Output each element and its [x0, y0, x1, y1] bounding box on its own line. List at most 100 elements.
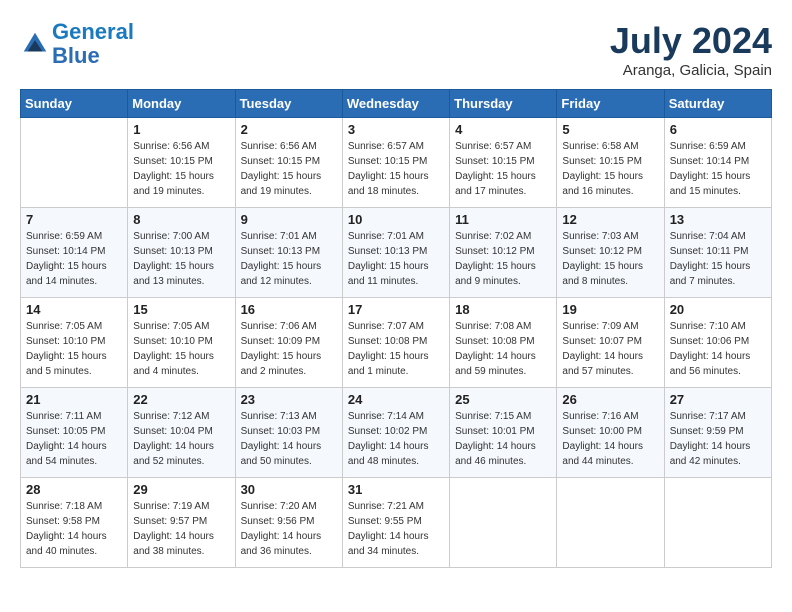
daylight-line2: and 57 minutes. — [562, 364, 658, 379]
day-number: 1 — [133, 122, 229, 137]
calendar-cell: 13Sunrise: 7:04 AMSunset: 10:11 PMDaylig… — [664, 208, 771, 298]
week-row-3: 14Sunrise: 7:05 AMSunset: 10:10 PMDaylig… — [21, 298, 772, 388]
sunrise-text: Sunrise: 7:09 AM — [562, 319, 658, 334]
daylight-line2: and 4 minutes. — [133, 364, 229, 379]
day-number: 24 — [348, 392, 444, 407]
sunset-text: Sunset: 10:08 PM — [455, 334, 551, 349]
sunrise-text: Sunrise: 7:01 AM — [241, 229, 337, 244]
calendar-cell — [664, 478, 771, 568]
sunset-text: Sunset: 10:15 PM — [133, 154, 229, 169]
sunrise-text: Sunrise: 7:20 AM — [241, 499, 337, 514]
sunrise-text: Sunrise: 7:18 AM — [26, 499, 122, 514]
day-number: 8 — [133, 212, 229, 227]
sunset-text: Sunset: 10:13 PM — [348, 244, 444, 259]
calendar-cell: 29Sunrise: 7:19 AMSunset: 9:57 PMDayligh… — [128, 478, 235, 568]
sunset-text: Sunset: 10:10 PM — [26, 334, 122, 349]
calendar-cell: 6Sunrise: 6:59 AMSunset: 10:14 PMDayligh… — [664, 118, 771, 208]
daylight-line1: Daylight: 14 hours — [348, 439, 444, 454]
sunset-text: Sunset: 9:59 PM — [670, 424, 766, 439]
daylight-line1: Daylight: 14 hours — [26, 529, 122, 544]
week-row-1: 1 Sunrise: 6:56 AMSunset: 10:15 PMDayligh… — [21, 118, 772, 208]
day-number: 6 — [670, 122, 766, 137]
calendar-cell: 5Sunrise: 6:58 AMSunset: 10:15 PMDayligh… — [557, 118, 664, 208]
day-number: 4 — [455, 122, 551, 137]
daylight-line2: and 48 minutes. — [348, 454, 444, 469]
sunset-text: Sunset: 9:58 PM — [26, 514, 122, 529]
sunset-text: Sunset: 10:09 PM — [241, 334, 337, 349]
day-number: 28 — [26, 482, 122, 497]
weekday-sunday: Sunday — [21, 90, 128, 118]
sunrise-text: Sunrise: 7:05 AM — [133, 319, 229, 334]
daylight-line1: Daylight: 15 hours — [455, 169, 551, 184]
daylight-line1: Daylight: 15 hours — [455, 259, 551, 274]
sunset-text: Sunset: 10:15 PM — [562, 154, 658, 169]
sunrise-text: Sunrise: 7:03 AM — [562, 229, 658, 244]
daylight-line1: Daylight: 15 hours — [348, 169, 444, 184]
day-info: Sunrise: 7:01 AMSunset: 10:13 PMDaylight… — [348, 229, 444, 289]
day-number: 7 — [26, 212, 122, 227]
sunrise-text: Sunrise: 6:57 AM — [455, 139, 551, 154]
daylight-line1: Daylight: 14 hours — [133, 439, 229, 454]
day-info: Sunrise: 7:19 AMSunset: 9:57 PMDaylight:… — [133, 499, 229, 559]
calendar-cell: 11Sunrise: 7:02 AMSunset: 10:12 PMDaylig… — [450, 208, 557, 298]
sunset-text: Sunset: 10:14 PM — [670, 154, 766, 169]
calendar-cell: 8Sunrise: 7:00 AMSunset: 10:13 PMDayligh… — [128, 208, 235, 298]
day-number: 13 — [670, 212, 766, 227]
calendar-table: SundayMondayTuesdayWednesdayThursdayFrid… — [20, 89, 772, 568]
daylight-line1: Daylight: 15 hours — [670, 259, 766, 274]
daylight-line2: and 56 minutes. — [670, 364, 766, 379]
calendar-cell: 15Sunrise: 7:05 AMSunset: 10:10 PMDaylig… — [128, 298, 235, 388]
calendar-cell: 7Sunrise: 6:59 AMSunset: 10:14 PMDayligh… — [21, 208, 128, 298]
day-number: 5 — [562, 122, 658, 137]
sunrise-text: Sunrise: 7:11 AM — [26, 409, 122, 424]
daylight-line2: and 2 minutes. — [241, 364, 337, 379]
calendar-cell: 17Sunrise: 7:07 AMSunset: 10:08 PMDaylig… — [342, 298, 449, 388]
sunrise-text: Sunrise: 7:16 AM — [562, 409, 658, 424]
day-info: Sunrise: 7:12 AMSunset: 10:04 PMDaylight… — [133, 409, 229, 469]
sunrise-text: Sunrise: 7:13 AM — [241, 409, 337, 424]
sunrise-text: Sunrise: 7:12 AM — [133, 409, 229, 424]
day-info: Sunrise: 7:05 AMSunset: 10:10 PMDaylight… — [26, 319, 122, 379]
daylight-line1: Daylight: 15 hours — [348, 349, 444, 364]
sunrise-text: Sunrise: 7:00 AM — [133, 229, 229, 244]
daylight-line2: and 42 minutes. — [670, 454, 766, 469]
sunset-text: Sunset: 10:06 PM — [670, 334, 766, 349]
sunset-text: Sunset: 10:01 PM — [455, 424, 551, 439]
sunset-text: Sunset: 10:13 PM — [241, 244, 337, 259]
sunset-text: Sunset: 9:56 PM — [241, 514, 337, 529]
daylight-line1: Daylight: 14 hours — [241, 439, 337, 454]
location: Aranga, Galicia, Spain — [610, 62, 772, 79]
day-number: 20 — [670, 302, 766, 317]
daylight-line1: Daylight: 15 hours — [241, 259, 337, 274]
sunrise-text: Sunrise: 7:15 AM — [455, 409, 551, 424]
daylight-line1: Daylight: 14 hours — [670, 349, 766, 364]
sunrise-text: Sunrise: 7:07 AM — [348, 319, 444, 334]
calendar-cell: 30Sunrise: 7:20 AMSunset: 9:56 PMDayligh… — [235, 478, 342, 568]
daylight-line1: Daylight: 14 hours — [455, 349, 551, 364]
daylight-line2: and 19 minutes. — [133, 184, 229, 199]
daylight-line2: and 44 minutes. — [562, 454, 658, 469]
week-row-2: 7Sunrise: 6:59 AMSunset: 10:14 PMDayligh… — [21, 208, 772, 298]
sunset-text: Sunset: 10:07 PM — [562, 334, 658, 349]
day-info: Sunrise: 7:17 AMSunset: 9:59 PMDaylight:… — [670, 409, 766, 469]
calendar-cell: 23Sunrise: 7:13 AMSunset: 10:03 PMDaylig… — [235, 388, 342, 478]
sunset-text: Sunset: 10:03 PM — [241, 424, 337, 439]
sunset-text: Sunset: 10:14 PM — [26, 244, 122, 259]
sunrise-text: Sunrise: 7:19 AM — [133, 499, 229, 514]
day-info: Sunrise: 7:08 AMSunset: 10:08 PMDaylight… — [455, 319, 551, 379]
daylight-line2: and 12 minutes. — [241, 274, 337, 289]
daylight-line2: and 8 minutes. — [562, 274, 658, 289]
day-info: Sunrise: 6:56 AMSunset: 10:15 PMDaylight… — [241, 139, 337, 199]
sunset-text: Sunset: 10:08 PM — [348, 334, 444, 349]
calendar-cell: 2Sunrise: 6:56 AMSunset: 10:15 PMDayligh… — [235, 118, 342, 208]
weekday-wednesday: Wednesday — [342, 90, 449, 118]
day-info: Sunrise: 7:05 AMSunset: 10:10 PMDaylight… — [133, 319, 229, 379]
calendar-cell — [21, 118, 128, 208]
daylight-line2: and 54 minutes. — [26, 454, 122, 469]
daylight-line2: and 50 minutes. — [241, 454, 337, 469]
calendar-cell: 10Sunrise: 7:01 AMSunset: 10:13 PMDaylig… — [342, 208, 449, 298]
calendar-cell: 27Sunrise: 7:17 AMSunset: 9:59 PMDayligh… — [664, 388, 771, 478]
daylight-line2: and 18 minutes. — [348, 184, 444, 199]
day-number: 22 — [133, 392, 229, 407]
day-number: 30 — [241, 482, 337, 497]
